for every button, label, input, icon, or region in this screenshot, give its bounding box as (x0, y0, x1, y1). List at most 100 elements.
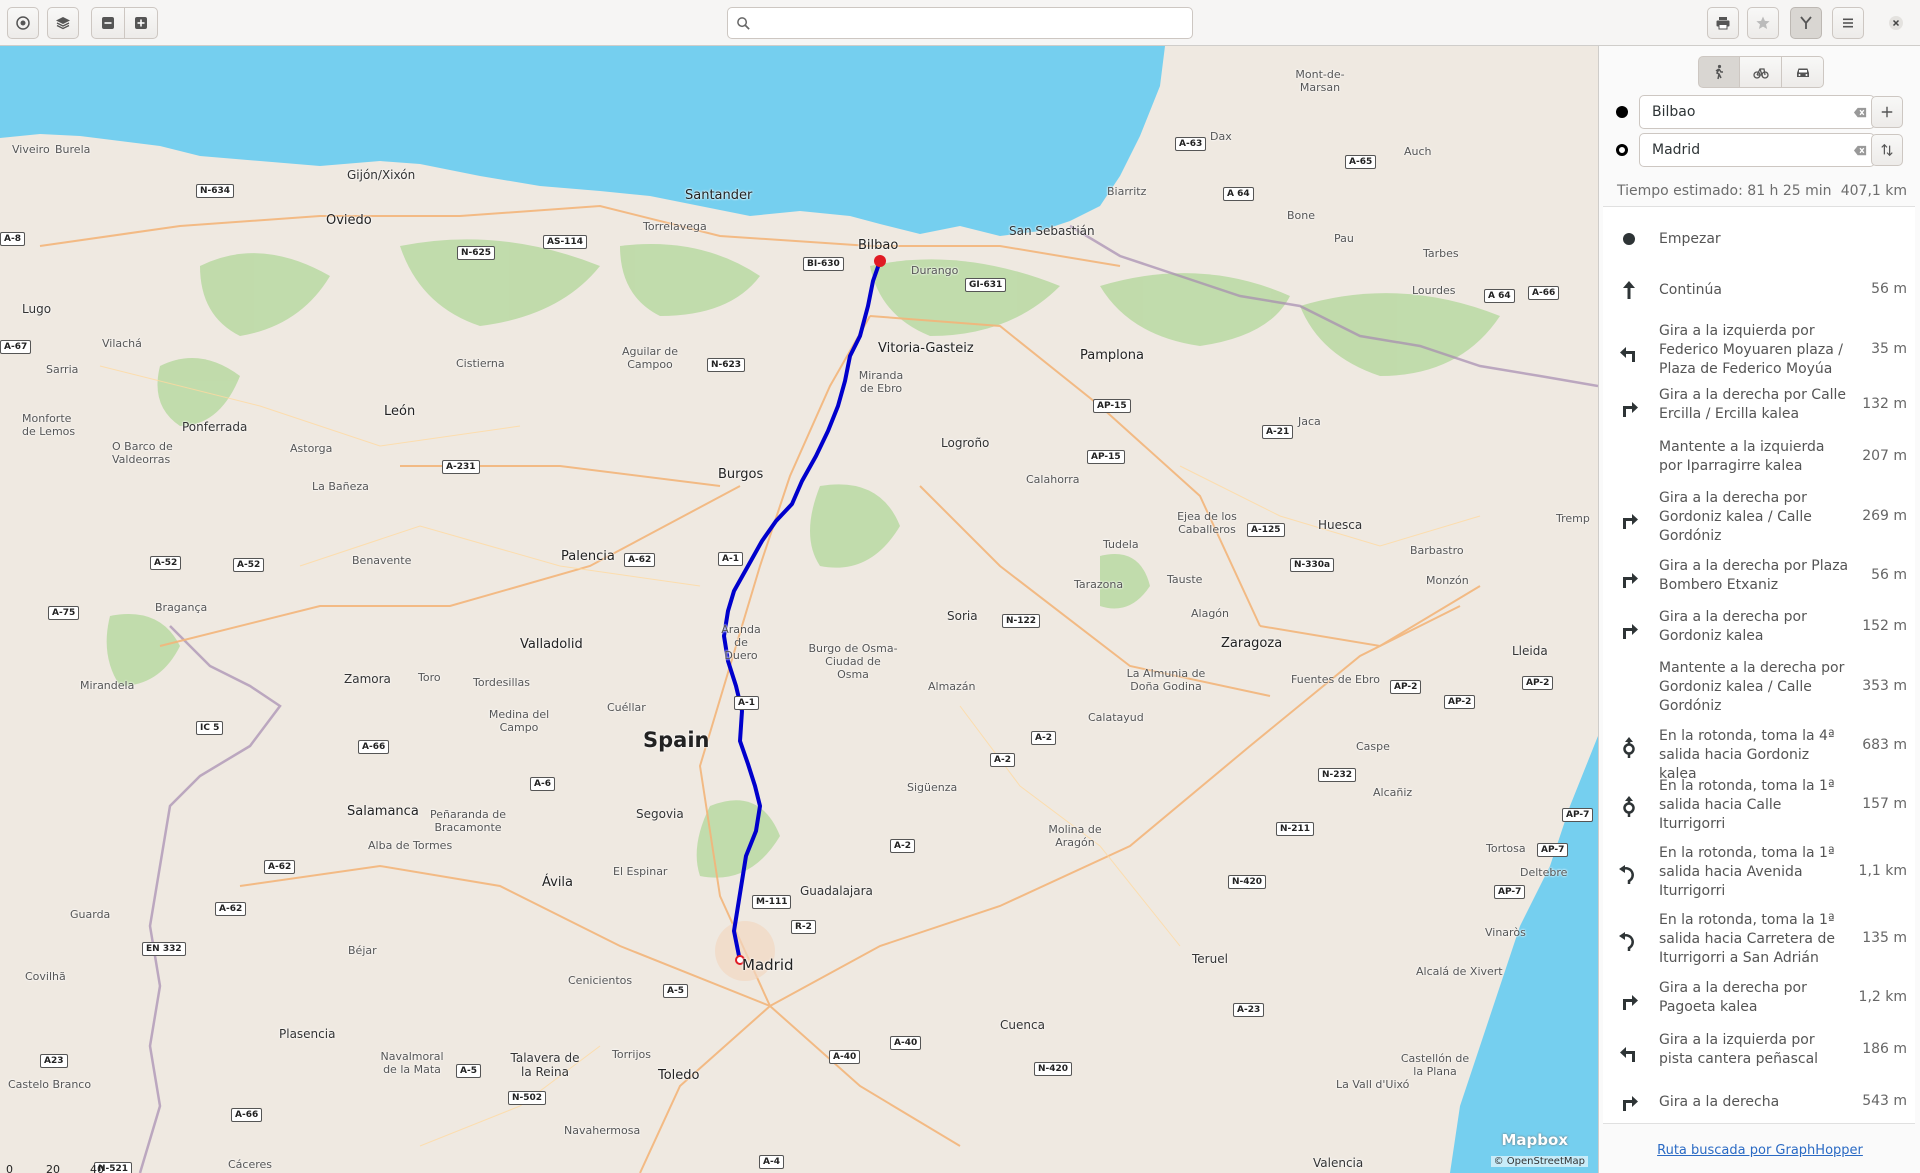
destination-input[interactable] (1640, 141, 1846, 159)
city-label: Ejea de los Caballeros (1177, 510, 1237, 536)
add-waypoint-button[interactable] (1871, 96, 1903, 128)
road-shield: A-8 (0, 232, 25, 246)
road-shield: A 64 (1223, 187, 1254, 201)
clear-destination-button[interactable] (1846, 136, 1874, 164)
total-distance: 407,1 km (1840, 183, 1907, 199)
road-shield: A-231 (442, 460, 480, 474)
city-label: Teruel (1192, 952, 1228, 966)
road-shield: A-63 (1175, 137, 1207, 151)
road-shield: A-40 (890, 1036, 922, 1050)
city-label: Palencia (561, 549, 615, 564)
clear-origin-button[interactable] (1846, 98, 1874, 126)
route-button[interactable] (1790, 7, 1822, 39)
instruction-distance: 186 m (1862, 1041, 1907, 1057)
city-label: San Sebastián (1009, 224, 1095, 238)
search-box[interactable] (727, 7, 1193, 39)
close-window-button[interactable] (1880, 7, 1912, 39)
road-shield: A-21 (1262, 425, 1294, 439)
road-shield: N-232 (1318, 768, 1357, 782)
city-label: Tarazona (1074, 578, 1124, 591)
city-label: Mirandela (80, 679, 135, 692)
origin-field[interactable] (1639, 95, 1875, 129)
road-shield: A-2 (890, 839, 915, 853)
road-shield: A-66 (231, 1108, 263, 1122)
city-label: Castelo Branco (8, 1078, 92, 1091)
city-label: Sarria (46, 363, 79, 376)
road-shield: M-111 (752, 895, 792, 909)
city-label: Medina del Campo (488, 708, 550, 734)
city-label: Pau (1334, 232, 1354, 245)
print-button[interactable] (1707, 7, 1739, 39)
walk-icon (1715, 64, 1723, 80)
road-shield: N-420 (1034, 1062, 1073, 1076)
close-icon (1889, 16, 1903, 30)
route-start-marker (874, 255, 886, 267)
instruction-distance: 269 m (1862, 508, 1907, 524)
road-shield: N-634 (196, 184, 235, 198)
road-shield: BI-630 (803, 257, 844, 271)
city-label: Aranda de Duero (721, 623, 761, 662)
city-label: Oviedo (326, 213, 372, 228)
location-button[interactable] (7, 7, 39, 39)
city-label: Zamora (344, 672, 391, 686)
turn-right-icon (1617, 396, 1641, 420)
roundabout-icon (1617, 735, 1641, 759)
road-shield: A-62 (215, 902, 247, 916)
zoom-in-icon (135, 17, 147, 29)
turn-right-icon (1617, 989, 1641, 1013)
road-shield: N-330a (1290, 558, 1335, 572)
layers-button[interactable] (47, 7, 79, 39)
city-label: Cuéllar (607, 701, 646, 714)
transport-mode-switcher (1698, 56, 1824, 88)
city-label: Monforte de Lemos (22, 412, 76, 438)
city-label: Biarritz (1107, 185, 1147, 198)
destination-field[interactable] (1639, 133, 1875, 167)
city-label: León (384, 404, 416, 419)
city-label: Valencia (1313, 1156, 1364, 1170)
city-label: Aguilar de Campoo (621, 345, 679, 371)
zoom-in-button[interactable] (124, 7, 158, 39)
city-label: Benavente (352, 554, 412, 567)
city-label: Ávila (542, 875, 574, 890)
favorite-star-icon (1756, 16, 1770, 29)
city-label: Toro (418, 671, 441, 684)
road-shield: GI-631 (965, 278, 1007, 292)
city-label: Bragança (155, 601, 208, 614)
car-mode-button[interactable] (1782, 56, 1824, 88)
favorite-button[interactable] (1747, 7, 1779, 39)
city-label-zaragoza: Zaragoza (1221, 636, 1283, 651)
city-label: Calatayud (1088, 711, 1144, 724)
city-label: Toledo (658, 1068, 700, 1083)
car-icon (1796, 68, 1809, 77)
origin-input[interactable] (1640, 103, 1846, 121)
search-input[interactable] (757, 14, 1192, 32)
city-label: Cistierna (456, 357, 505, 370)
road-shield: AP-7 (1562, 808, 1594, 822)
menu-button[interactable] (1832, 7, 1864, 39)
road-shield: A-5 (456, 1064, 481, 1078)
road-shield: A23 (40, 1054, 68, 1068)
bicycle-mode-button[interactable] (1740, 56, 1782, 88)
location-icon (16, 16, 30, 30)
turn-left-icon (1617, 341, 1641, 365)
city-label: Auch (1404, 145, 1432, 158)
walk-mode-button[interactable] (1698, 56, 1740, 88)
road-shield: N-420 (1228, 875, 1267, 889)
osm-attribution[interactable]: © OpenStreetMap (1490, 1156, 1588, 1167)
city-label-madrid: Madrid (742, 956, 794, 974)
road-shield: AP-15 (1093, 399, 1131, 413)
zoom-out-button[interactable] (91, 7, 125, 39)
map-view[interactable]: Spain Bilbao Santander Torrelavega Gijón… (0, 46, 1598, 1173)
road-shield: A-66 (358, 740, 390, 754)
mapbox-logo: Mapbox (1501, 1131, 1568, 1149)
road-shield: N-623 (707, 358, 746, 372)
swap-route-button[interactable] (1871, 134, 1903, 166)
graphhopper-link[interactable]: Ruta buscada por GraphHopper (1599, 1143, 1920, 1158)
scale-label: 0 (6, 1163, 13, 1173)
road-shield: A-1 (734, 696, 759, 710)
instruction-distance: 132 m (1862, 396, 1907, 412)
road-shield: AS-114 (543, 235, 587, 249)
city-label: Covilhã (25, 970, 66, 983)
city-label: Logroño (941, 436, 990, 450)
instruction-distance: 1,1 km (1858, 863, 1907, 879)
